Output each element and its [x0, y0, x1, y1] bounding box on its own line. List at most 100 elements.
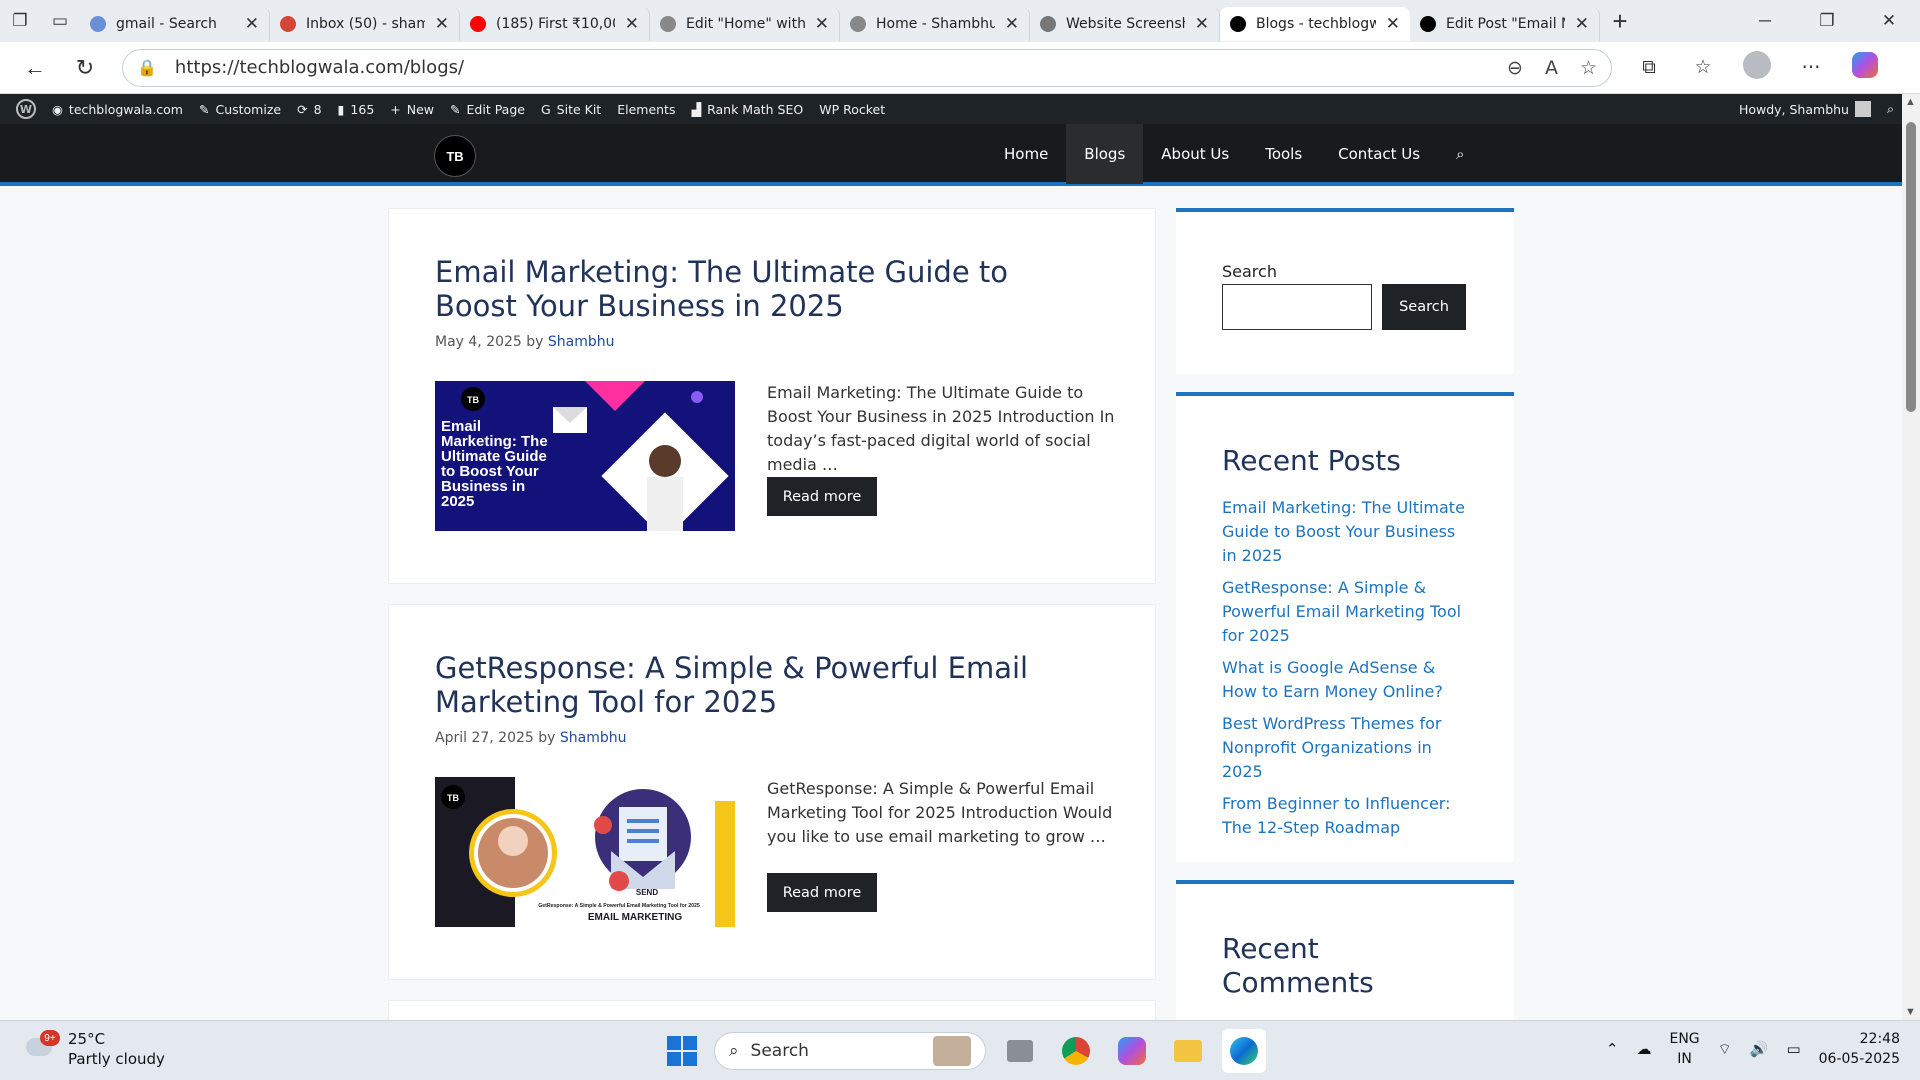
post-author[interactable]: Shambhu: [548, 334, 615, 350]
refresh-icon[interactable]: ↻: [60, 55, 110, 81]
browser-tab[interactable]: Inbox (50) - shambhu ✕: [270, 7, 460, 41]
file-explorer-icon[interactable]: [1166, 1029, 1210, 1073]
tb-icon: [1420, 16, 1436, 32]
read-more-button[interactable]: Read more: [767, 873, 877, 912]
edge-icon[interactable]: [1222, 1029, 1266, 1073]
restore-icon[interactable]: ❐: [1796, 11, 1858, 31]
browser-tab[interactable]: Edit "Home" with Elementor ✕: [650, 7, 840, 41]
minimize-icon[interactable]: ─: [1734, 11, 1796, 31]
recent-comments-widget: Recent Comments: [1176, 880, 1514, 1020]
wp-rocket-item[interactable]: WP Rocket: [811, 94, 893, 124]
tab-actions-icon[interactable]: ▭: [40, 0, 80, 42]
post-title[interactable]: Email Marketing: The Ultimate Guide to B…: [435, 255, 1095, 323]
close-tab-icon[interactable]: ✕: [1195, 14, 1209, 34]
url-text: https://techblogwala.com/blogs/: [174, 57, 465, 78]
recent-post-link[interactable]: GetResponse: A Simple & Powerful Email M…: [1222, 576, 1472, 648]
nav-search-icon[interactable]: ⌕: [1438, 124, 1482, 184]
browser-tab[interactable]: Home - Shambhu ✕: [840, 7, 1030, 41]
wp-site-item[interactable]: ◉ techblogwala.com: [44, 94, 191, 124]
battery-icon[interactable]: ▭: [1786, 1040, 1800, 1058]
read-aloud-icon[interactable]: A: [1545, 57, 1558, 79]
nav-home[interactable]: Home: [986, 124, 1066, 184]
search-input[interactable]: [1222, 284, 1372, 330]
post-author[interactable]: Shambhu: [560, 730, 627, 746]
brush-icon: ✎: [198, 101, 210, 117]
recent-post-link[interactable]: From Beginner to Influencer: The 12-Step…: [1222, 792, 1472, 840]
recent-post-link[interactable]: Email Marketing: The Ultimate Guide to B…: [1222, 496, 1472, 568]
close-tab-icon[interactable]: ✕: [1005, 14, 1019, 34]
post-thumbnail[interactable]: TB Email Marketing: The Ultimate Guide t…: [435, 381, 735, 531]
close-tab-icon[interactable]: ✕: [1575, 14, 1589, 34]
wp-search-icon[interactable]: ⌕: [1879, 94, 1902, 124]
close-window-icon[interactable]: ✕: [1858, 11, 1920, 31]
clock[interactable]: 22:48 06-05-2025: [1819, 1029, 1900, 1069]
volume-icon[interactable]: 🔊: [1750, 1040, 1769, 1058]
task-view-icon[interactable]: [998, 1029, 1042, 1073]
profile-avatar[interactable]: [1734, 50, 1780, 85]
wifi-icon[interactable]: ⌔: [1718, 1040, 1732, 1059]
onedrive-icon[interactable]: ☁: [1636, 1040, 1651, 1058]
url-bar[interactable]: 🔒 https://techblogwala.com/blogs/ ⊖ A ☆: [122, 48, 1612, 87]
close-tab-icon[interactable]: ✕: [245, 14, 259, 34]
post-title[interactable]: GetResponse: A Simple & Powerful Email M…: [435, 651, 1095, 719]
search-icon: [90, 16, 106, 32]
favorites-icon[interactable]: ☆: [1680, 56, 1726, 79]
wp-site-kit-item[interactable]: G Site Kit: [533, 94, 609, 124]
post-date[interactable]: April 27, 2025: [435, 730, 534, 746]
wp-new-item[interactable]: + New: [382, 94, 442, 124]
workspaces-icon[interactable]: ❐: [0, 0, 40, 42]
weather-condition: Partly cloudy: [68, 1050, 165, 1068]
nav-about-us[interactable]: About Us: [1143, 124, 1247, 184]
wp-customize-item[interactable]: ✎ Customize: [191, 94, 289, 124]
scroll-down-icon[interactable]: ▼: [1905, 1006, 1916, 1018]
close-tab-icon[interactable]: ✕: [815, 14, 829, 34]
extensions-icon[interactable]: ⧉: [1626, 57, 1672, 79]
wp-elements-item[interactable]: Elements: [609, 94, 683, 124]
wp-admin-bar: W ◉ techblogwala.com ✎ Customize ⟳ 8 ▮ 165 +…: [0, 94, 1902, 124]
recent-post-link[interactable]: Best WordPress Themes for Nonprofit Orga…: [1222, 712, 1472, 784]
wp-updates-item[interactable]: ⟳ 8: [289, 94, 329, 124]
favorite-star-icon[interactable]: ☆: [1580, 57, 1597, 79]
weather-widget[interactable]: 9+ 25°C Partly cloudy: [22, 1029, 165, 1069]
browser-tab[interactable]: Website Screenshot ✕: [1030, 7, 1220, 41]
wp-comments-item[interactable]: ▮ 165: [330, 94, 383, 124]
nav-contact-us[interactable]: Contact Us: [1320, 124, 1438, 184]
browser-tab[interactable]: Blogs - techblogwala ✕: [1220, 7, 1410, 41]
wp-logo-item[interactable]: W: [8, 94, 44, 124]
more-menu-icon[interactable]: ⋯: [1788, 56, 1834, 79]
post-meta: April 27, 2025 by Shambhu: [435, 730, 627, 746]
back-icon[interactable]: ←: [10, 55, 60, 81]
browser-tab[interactable]: gmail - Search ✕: [80, 7, 270, 41]
zoom-icon[interactable]: ⊖: [1507, 57, 1523, 79]
language-indicator[interactable]: ENG IN: [1669, 1029, 1699, 1069]
user-avatar: [1854, 101, 1871, 117]
wp-edit-page-item[interactable]: ✎ Edit Page: [442, 94, 533, 124]
close-tab-icon[interactable]: ✕: [1386, 14, 1400, 34]
browser-tab[interactable]: Edit Post "Email Marketing ✕: [1410, 7, 1600, 41]
scroll-up-icon[interactable]: ▲: [1905, 96, 1916, 108]
nav-blogs[interactable]: Blogs: [1066, 124, 1144, 184]
page-scrollbar[interactable]: ▲ ▼: [1902, 94, 1920, 1020]
taskbar-search[interactable]: ⌕ Search: [714, 1032, 986, 1070]
new-tab-button[interactable]: +: [1600, 6, 1640, 37]
post-date[interactable]: May 4, 2025: [435, 334, 522, 350]
tab-title: Edit Post "Email Marketing: [1446, 16, 1565, 32]
wp-rank-math-item[interactable]: ▟ Rank Math SEO: [683, 94, 811, 124]
search-button[interactable]: Search: [1382, 284, 1466, 330]
site-logo[interactable]: TB: [434, 135, 476, 177]
recent-post-link[interactable]: What is Google AdSense & How to Earn Mon…: [1222, 656, 1472, 704]
read-more-button[interactable]: Read more: [767, 477, 877, 516]
close-tab-icon[interactable]: ✕: [435, 14, 449, 34]
scroll-thumb[interactable]: [1906, 122, 1916, 412]
start-button[interactable]: [662, 1031, 702, 1071]
close-tab-icon[interactable]: ✕: [625, 14, 639, 34]
post-thumbnail[interactable]: TB SEND GetResponse: A Simple & Powerful…: [435, 777, 735, 927]
nav-tools[interactable]: Tools: [1247, 124, 1320, 184]
lock-icon[interactable]: 🔒: [137, 58, 157, 77]
browser-tab[interactable]: (185) First ₹10,000 ✕: [460, 7, 650, 41]
show-hidden-icons[interactable]: ⌃: [1606, 1040, 1619, 1058]
wp-howdy-item[interactable]: Howdy, Shambhu: [1731, 94, 1879, 124]
chrome-icon[interactable]: [1054, 1029, 1098, 1073]
copilot-icon[interactable]: [1842, 51, 1888, 84]
copilot-app-icon[interactable]: [1110, 1029, 1154, 1073]
